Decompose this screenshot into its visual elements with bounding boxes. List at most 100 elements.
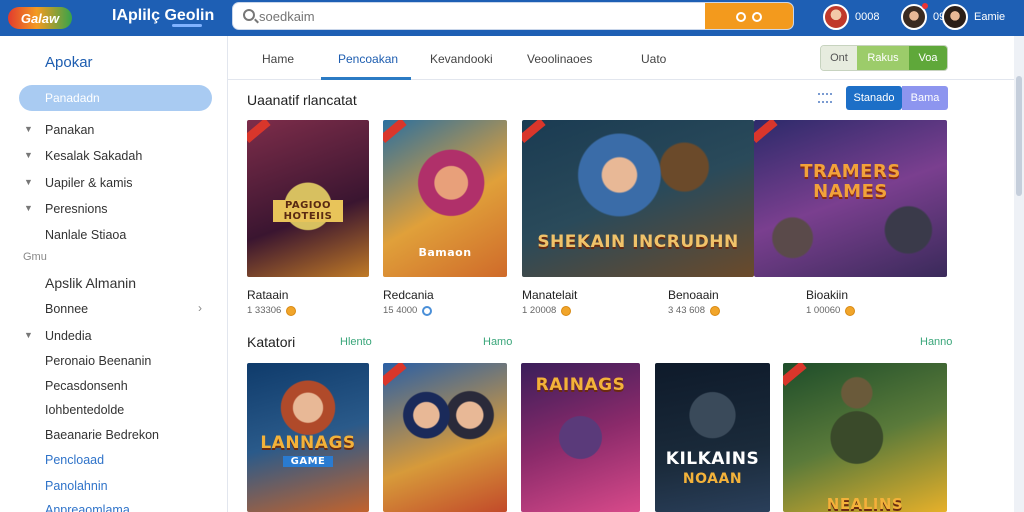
- sidebar-item[interactable]: Anpreaomlama: [0, 500, 228, 512]
- sidebar-item[interactable]: Pecasdonsenh: [0, 376, 228, 396]
- sidebar-item-active[interactable]: Panadadn: [19, 85, 212, 111]
- sidebar-item[interactable]: Baeanarie Bedrekon: [0, 425, 228, 445]
- download-count: 15 4000: [383, 305, 418, 316]
- thumbnail-subtext: NOAAN: [682, 471, 743, 487]
- sidebar-item-label: Panadadn: [45, 91, 100, 105]
- download-count: 3 43 608: [668, 305, 705, 316]
- sidebar-item[interactable]: ▼ Kesalak Sakadah: [0, 146, 228, 166]
- sidebar-item[interactable]: ▼ Panakan: [0, 120, 228, 140]
- sidebar-item-label: Peresnions: [45, 202, 108, 216]
- thumbnail-text: SHEKAIN INCRUDHN: [537, 232, 739, 252]
- view-toggle-option[interactable]: Ont: [821, 46, 857, 70]
- brand-underline: [172, 24, 202, 27]
- sidebar-item-label: Iohbentedolde: [45, 403, 125, 417]
- game-thumbnail: [383, 363, 507, 512]
- search-input[interactable]: [259, 3, 709, 29]
- sidebar-item-label: Bonnee: [45, 302, 89, 316]
- caret-down-icon: ▼: [24, 330, 33, 340]
- game-card[interactable]: RAINAGS: [521, 363, 640, 512]
- game-thumbnail: LANNAGS GAME: [247, 363, 369, 512]
- app-logo[interactable]: Galaw: [8, 5, 72, 31]
- thumbnail-text: LANNAGS: [260, 433, 356, 453]
- coin-icon: [845, 305, 856, 316]
- game-card-label[interactable]: Benoaain 3 43 608: [668, 288, 768, 320]
- section-link[interactable]: Hanno: [920, 336, 952, 348]
- game-thumbnail: KILKAINS NOAAN: [655, 363, 770, 512]
- game-meta: 15 4000: [383, 305, 433, 316]
- game-card[interactable]: Bamaon Redcania 15 4000: [383, 120, 507, 320]
- game-thumbnail: PAGIOO HOTEIIS: [247, 120, 369, 277]
- avatar: [942, 4, 968, 30]
- section-link[interactable]: Hamo: [483, 336, 512, 348]
- game-card[interactable]: [383, 363, 507, 512]
- view-toggle-option[interactable]: Voa: [909, 46, 947, 70]
- game-thumbnail: RAINAGS: [521, 363, 640, 512]
- sidebar-item-label: Undedia: [45, 329, 92, 343]
- game-title: Redcania: [383, 288, 434, 302]
- ribbon-badge: [383, 363, 407, 386]
- download-count: 1 33306: [247, 305, 282, 316]
- game-title: Bioakiin: [806, 288, 849, 302]
- sidebar-item-label: Pencloaad: [45, 453, 105, 467]
- view-toggle-option[interactable]: Rakus: [857, 46, 909, 70]
- game-meta: 1 00060: [806, 305, 856, 316]
- sidebar-item-label: Panakan: [45, 123, 95, 137]
- sidebar-item-label: Peronaio Beenanin: [45, 354, 152, 368]
- logo-mark: Galaw: [8, 7, 72, 29]
- sidebar-item-label: Apslik Almanin: [45, 275, 137, 291]
- game-button[interactable]: Bama: [902, 86, 948, 110]
- user-3[interactable]: Eamie: [942, 4, 1005, 30]
- game-meta: 1 20008: [522, 305, 572, 316]
- search-button[interactable]: [705, 3, 793, 29]
- section-title: Katatori: [247, 334, 296, 350]
- tab-4[interactable]: Veoolinaoes: [527, 52, 592, 66]
- tab-home[interactable]: Hame: [262, 52, 294, 66]
- ribbon-badge: [522, 120, 546, 143]
- sidebar-item[interactable]: Iohbentedolde: [0, 400, 228, 420]
- sidebar-item[interactable]: Apslik Almanin: [0, 272, 228, 292]
- thumbnail-text: RAINAGS: [535, 375, 626, 395]
- sidebar-item[interactable]: Panolahnin: [0, 476, 228, 496]
- sidebar-item[interactable]: ▼ Peresnions: [0, 199, 228, 219]
- search-button-icon: [736, 12, 746, 22]
- sidebar-item[interactable]: Peronaio Beenanin: [0, 351, 228, 371]
- sidebar-item[interactable]: Nanlale Stiaoa: [0, 225, 228, 245]
- game-title: Benoaain: [668, 288, 719, 302]
- game-card[interactable]: KILKAINS NOAAN: [655, 363, 770, 512]
- tab-bar: Hame Pencoakan Kevandooki Veoolinaoes Ua…: [228, 36, 1014, 80]
- search-bar: [232, 2, 794, 30]
- scrollbar[interactable]: [1014, 36, 1024, 512]
- game-meta: 3 43 608: [668, 305, 720, 316]
- game-card[interactable]: NEALINS: [783, 363, 947, 512]
- sidebar-item[interactable]: ▼ Undedia: [0, 326, 228, 346]
- section-link[interactable]: Hlento: [340, 336, 372, 348]
- sidebar-item-label: Nanlale Stiaoa: [45, 228, 127, 242]
- tab-5[interactable]: Uato: [641, 52, 666, 66]
- scrollbar-thumb[interactable]: [1016, 76, 1022, 196]
- game-card[interactable]: TRAMERS NAMES Bioakiin 1 00060: [754, 120, 947, 320]
- game-card[interactable]: PAGIOO HOTEIIS Rataain 1 33306: [247, 120, 369, 320]
- tab-3[interactable]: Kevandooki: [430, 52, 493, 66]
- sidebar-item[interactable]: Pencloaad: [0, 450, 228, 470]
- caret-down-icon: ▼: [24, 124, 33, 134]
- thumbnail-text: Bamaon: [418, 246, 472, 259]
- sidebar-item-label: Anpreaomlama: [45, 503, 130, 512]
- standard-button[interactable]: Stanado: [846, 86, 902, 110]
- tab-active[interactable]: Pencoakan: [338, 52, 398, 66]
- user-1[interactable]: 0008: [823, 4, 879, 30]
- grid-view-icon[interactable]: [818, 93, 832, 103]
- coin-icon: [422, 305, 433, 316]
- game-card[interactable]: LANNAGS GAME: [247, 363, 369, 512]
- thumbnail-subtext: GAME: [283, 456, 333, 467]
- view-toggle: Ont Rakus Voa: [820, 45, 948, 71]
- sidebar: Apokar Panadadn ▼ Panakan ▼ Kesalak Saka…: [0, 36, 228, 512]
- caret-down-icon: ▼: [24, 177, 33, 187]
- thumbnail-text: KILKAINS: [665, 449, 760, 469]
- notification-dot: [922, 3, 928, 9]
- sidebar-item[interactable]: ▼ Uapiler & kamis: [0, 173, 228, 193]
- user-name: Eamie: [974, 11, 1006, 23]
- sidebar-item[interactable]: Bonnee ›: [0, 299, 228, 319]
- coin-icon: [561, 305, 572, 316]
- brand-name: IAplilç Geolin: [112, 7, 215, 24]
- thumbnail-text: TRAMERS NAMES: [800, 161, 901, 202]
